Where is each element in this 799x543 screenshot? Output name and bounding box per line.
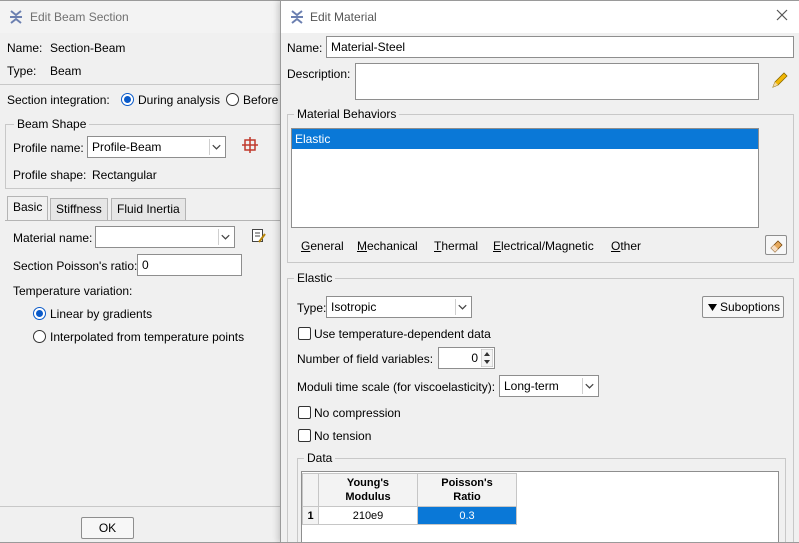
profile-name-combo[interactable]: Profile-Beam (87, 136, 226, 158)
tab-fluid-inertia-label: Fluid Inertia (117, 202, 180, 216)
cell-youngs-modulus[interactable]: 210e9 (318, 506, 418, 525)
no-compression-checkbox[interactable] (298, 406, 311, 419)
poisson-ratio-field[interactable]: 0 (137, 254, 242, 276)
moduli-time-scale-combo[interactable]: Long-term (499, 375, 599, 397)
suboptions-label: Suboptions (720, 300, 781, 314)
material-dialog-title: Edit Material (310, 10, 377, 24)
field-variables-label: Number of field variables: (297, 352, 434, 366)
profile-icon[interactable] (242, 137, 258, 153)
no-tension-label[interactable]: No tension (314, 428, 371, 444)
material-name-label: Name: (287, 41, 323, 55)
material-name-field[interactable]: Material-Steel (326, 36, 794, 58)
behavior-item-elastic[interactable]: Elastic (292, 129, 758, 149)
profile-name-label: Profile name: (13, 141, 84, 155)
table-row: 1 210e9 0.3 (302, 506, 517, 525)
close-icon[interactable] (775, 8, 789, 22)
menu-electrical-magnetic[interactable]: Electrical/Magnetic (493, 238, 594, 254)
use-temperature-checkbox[interactable] (298, 327, 311, 340)
section-integration-label: Section integration: (7, 93, 110, 107)
menu-other[interactable]: Other (611, 238, 641, 254)
material-name-combo[interactable] (95, 226, 235, 248)
no-tension-checkbox[interactable] (298, 429, 311, 442)
elastic-type-label: Type: (297, 301, 327, 315)
edit-material-dialog: Edit Material Name: Material-Steel Descr… (280, 0, 799, 543)
beam-footer-separator (0, 506, 281, 507)
moduli-time-scale-value: Long-term (504, 379, 559, 393)
spinner-arrows-icon[interactable] (481, 349, 493, 367)
beam-type-value: Beam (50, 64, 82, 78)
elastic-title: Elastic (294, 271, 336, 285)
tab-baseline (5, 220, 281, 221)
table-corner (302, 473, 319, 507)
edit-beam-section-dialog: Edit Beam Section Name: Section-Beam Typ… (0, 0, 282, 543)
edit-pencil-icon[interactable] (769, 71, 789, 91)
beam-shape-title: Beam Shape (14, 117, 90, 131)
header-poissons-ratio[interactable]: Poisson's Ratio (417, 473, 517, 507)
row-index: 1 (302, 506, 319, 525)
tab-fluid-inertia[interactable]: Fluid Inertia (111, 198, 186, 220)
data-table: Young's Modulus Poisson's Ratio 1 210e9 … (302, 473, 517, 525)
behaviors-list[interactable]: Elastic (291, 128, 759, 228)
tab-basic[interactable]: Basic (7, 196, 49, 220)
dropdown-arrow-icon (582, 378, 594, 394)
header-youngs-modulus[interactable]: Young's Modulus (318, 473, 418, 507)
interpolated-points-label[interactable]: Interpolated from temperature points (50, 329, 244, 345)
suboptions-button[interactable]: Suboptions (702, 296, 784, 318)
dropdown-arrow-icon (455, 299, 467, 315)
linear-gradients-label[interactable]: Linear by gradients (50, 306, 152, 322)
tab-basic-label: Basic (13, 200, 43, 214)
triangle-down-icon (708, 304, 717, 311)
material-title-bar[interactable]: Edit Material (281, 1, 799, 33)
dropdown-arrow-icon (218, 229, 230, 245)
beam-dialog-title: Edit Beam Section (30, 10, 129, 24)
beam-title-bar[interactable]: Edit Beam Section (0, 1, 281, 33)
header-youngs-line2: Modulus (345, 491, 391, 503)
no-compression-label[interactable]: No compression (314, 405, 401, 421)
beam-separator-1 (0, 84, 281, 85)
app-icon (291, 10, 303, 24)
elastic-type-combo[interactable]: Isotropic (326, 296, 472, 318)
linear-gradients-radio[interactable] (33, 307, 46, 320)
delete-behavior-button[interactable] (765, 235, 787, 255)
beam-type-label: Type: (7, 64, 37, 78)
elastic-type-value: Isotropic (331, 300, 377, 314)
use-temperature-label[interactable]: Use temperature-dependent data (314, 326, 491, 342)
moduli-time-scale-label: Moduli time scale (for viscoelasticity): (297, 380, 496, 394)
description-label: Description: (287, 67, 351, 81)
eraser-icon (770, 240, 783, 253)
before-analysis-label[interactable]: Before (243, 92, 278, 108)
menu-general[interactable]: General (301, 238, 344, 254)
header-poisson-line1: Poisson's (441, 477, 493, 489)
data-title: Data (304, 451, 336, 465)
ok-button[interactable]: OK (81, 517, 134, 539)
beam-name-label: Name: (7, 41, 43, 55)
header-youngs-line1: Young's (346, 477, 390, 489)
beam-name-value: Section-Beam (50, 41, 126, 55)
poisson-ratio-label: Section Poisson's ratio: (13, 259, 138, 273)
before-analysis-radio[interactable] (226, 93, 239, 106)
profile-name-value: Profile-Beam (92, 140, 162, 154)
material-behaviors-title: Material Behaviors (294, 107, 400, 121)
temperature-variation-label: Temperature variation: (13, 284, 133, 298)
tab-stiffness-label: Stiffness (56, 202, 102, 216)
header-poisson-line2: Ratio (453, 491, 481, 503)
interpolated-points-radio[interactable] (33, 330, 46, 343)
ok-button-label: OK (98, 521, 117, 535)
material-name-label: Material name: (13, 231, 93, 245)
menu-mechanical[interactable]: Mechanical (357, 238, 418, 254)
profile-shape-value: Rectangular (92, 168, 157, 182)
tab-stiffness[interactable]: Stiffness (50, 198, 108, 220)
during-analysis-radio[interactable] (121, 93, 134, 106)
dropdown-arrow-icon (209, 139, 221, 155)
profile-shape-label: Profile shape: (13, 168, 87, 182)
cell-poissons-ratio[interactable]: 0.3 (417, 506, 517, 525)
menu-thermal[interactable]: Thermal (434, 238, 478, 254)
description-field[interactable] (355, 63, 759, 100)
material-manager-icon[interactable] (251, 228, 267, 244)
app-icon (10, 10, 22, 24)
during-analysis-label[interactable]: During analysis (138, 92, 220, 108)
